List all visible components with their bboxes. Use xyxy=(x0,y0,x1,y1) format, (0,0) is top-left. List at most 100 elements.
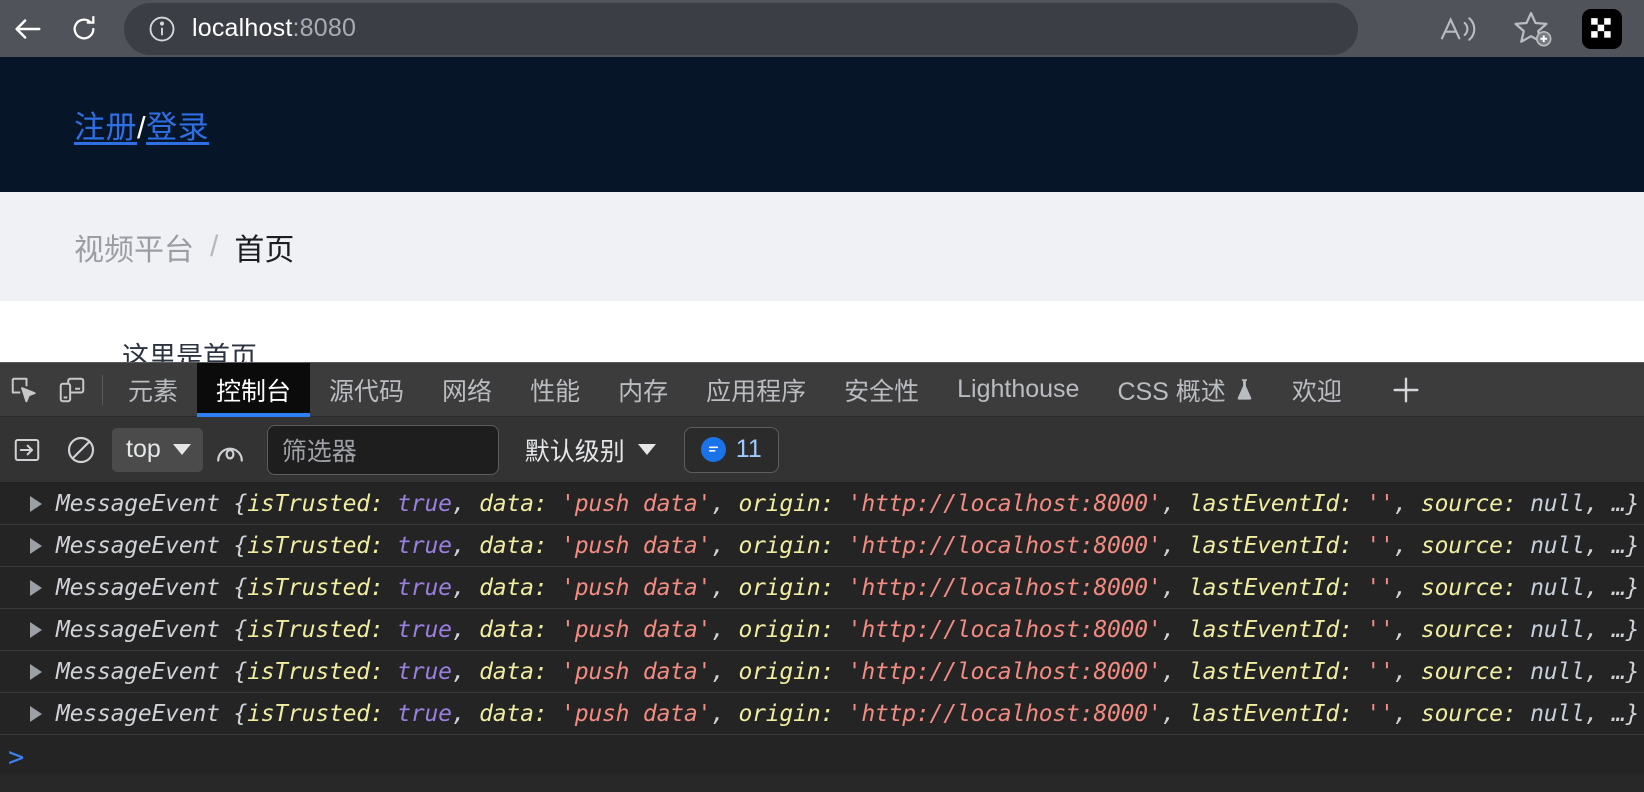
console-log-row[interactable]: MessageEvent {isTrusted: true, data: 'pu… xyxy=(0,483,1644,525)
log-comma: , xyxy=(1161,658,1176,685)
tab-application[interactable]: 应用程序 xyxy=(687,363,825,417)
log-key: data: xyxy=(479,490,548,517)
execution-context-label: top xyxy=(126,435,161,463)
devtools-panel: 元素 控制台 源代码 网络 性能 内存 应用程序 安全性 Lighthouse … xyxy=(0,362,1644,792)
site-info-icon[interactable] xyxy=(142,9,182,49)
web-page-content: 注册/登录 视频平台 / 首页 这里是首页 xyxy=(0,57,1644,362)
issues-count: 11 xyxy=(735,435,762,463)
tabbar-divider xyxy=(102,374,103,405)
console-input-prompt[interactable]: > xyxy=(0,735,1644,773)
console-log-list[interactable]: MessageEvent {isTrusted: true, data: 'pu… xyxy=(0,483,1644,773)
expand-arrow-icon[interactable] xyxy=(30,537,42,554)
log-value: null xyxy=(1530,574,1585,601)
live-expressions-button[interactable] xyxy=(203,417,257,483)
console-log-row[interactable]: MessageEvent {isTrusted: true, data: 'pu… xyxy=(0,609,1644,651)
log-level-selector[interactable]: 默认级别 xyxy=(525,432,656,468)
log-comma: , xyxy=(1584,532,1599,559)
extension-button[interactable] xyxy=(1582,8,1622,49)
sidebar-arrow-icon xyxy=(14,438,40,461)
log-level-label: 默认级别 xyxy=(524,437,625,466)
log-key: data: xyxy=(479,574,548,601)
console-filter-input[interactable]: 筛选器 xyxy=(266,424,499,475)
log-value: true xyxy=(397,616,452,643)
console-log-row[interactable]: MessageEvent {isTrusted: true, data: 'pu… xyxy=(0,651,1644,693)
tab-performance[interactable]: 性能 xyxy=(511,363,599,417)
read-aloud-button[interactable] xyxy=(1420,1,1496,57)
expand-arrow-icon[interactable] xyxy=(30,705,42,722)
log-comma: , xyxy=(451,700,466,727)
clear-console-button[interactable] xyxy=(54,417,108,483)
log-open-brace: { xyxy=(233,490,248,517)
add-favorite-button[interactable] xyxy=(1496,1,1572,57)
execution-context-selector[interactable]: top xyxy=(112,427,203,472)
log-comma: , xyxy=(1393,700,1408,727)
log-value: null xyxy=(1530,616,1585,643)
device-toolbar-button[interactable] xyxy=(48,363,96,417)
inspect-element-button[interactable] xyxy=(0,363,48,417)
address-bar[interactable]: localhost:8080 xyxy=(124,2,1358,55)
content-card: 这里是首页 xyxy=(74,301,1644,362)
tab-application-label: 应用程序 xyxy=(706,377,807,406)
breadcrumb-root[interactable]: 视频平台 xyxy=(74,225,194,269)
console-filter-placeholder: 筛选器 xyxy=(281,437,357,466)
tab-memory[interactable]: 内存 xyxy=(599,363,687,417)
tab-welcome[interactable]: 欢迎 xyxy=(1273,363,1361,417)
log-value: 'push data' xyxy=(561,490,712,517)
log-key: lastEventId: xyxy=(1188,658,1353,685)
log-class-name: MessageEvent xyxy=(56,490,220,517)
chevron-down-icon xyxy=(637,444,656,455)
tab-sources[interactable]: 源代码 xyxy=(310,363,423,417)
breadcrumb-current: 首页 xyxy=(234,233,295,267)
log-key: origin: xyxy=(738,490,835,517)
log-comma: , xyxy=(1393,616,1408,643)
log-open-brace: { xyxy=(233,532,248,559)
log-key: lastEventId: xyxy=(1188,574,1353,601)
tab-css-overview[interactable]: CSS 概述 xyxy=(1098,363,1272,417)
log-comma: , xyxy=(1161,574,1176,601)
log-open-brace: { xyxy=(233,616,248,643)
console-log-row[interactable]: MessageEvent {isTrusted: true, data: 'pu… xyxy=(0,567,1644,609)
back-button[interactable] xyxy=(0,1,56,57)
register-link[interactable]: 注册 xyxy=(74,110,137,145)
console-log-row[interactable]: MessageEvent {isTrusted: true, data: 'pu… xyxy=(0,693,1644,735)
console-log-text: MessageEvent {isTrusted: true, data: 'pu… xyxy=(56,700,1640,727)
expand-arrow-icon[interactable] xyxy=(30,579,42,596)
expand-arrow-icon[interactable] xyxy=(30,663,42,680)
tab-security[interactable]: 安全性 xyxy=(825,363,938,417)
toolbar-right-group xyxy=(1420,1,1644,57)
tab-welcome-label: 欢迎 xyxy=(1291,377,1342,406)
console-log-text: MessageEvent {isTrusted: true, data: 'pu… xyxy=(56,658,1640,685)
log-key: isTrusted: xyxy=(247,658,384,685)
log-value: 'push data' xyxy=(561,532,712,559)
log-comma: , xyxy=(1393,658,1408,685)
log-comma: , xyxy=(1161,490,1176,517)
chevron-down-icon xyxy=(172,444,191,455)
log-comma: , xyxy=(1393,574,1408,601)
show-console-sidebar-button[interactable] xyxy=(0,417,54,483)
prompt-chevron-icon: > xyxy=(8,741,25,773)
issues-badge[interactable]: 11 xyxy=(683,426,779,473)
log-key: isTrusted: xyxy=(247,490,384,517)
plus-icon xyxy=(1393,376,1419,403)
tab-lighthouse[interactable]: Lighthouse xyxy=(938,363,1098,417)
breadcrumb: 视频平台 / 首页 xyxy=(74,225,294,269)
log-value: 'push data' xyxy=(561,658,712,685)
url-host: localhost xyxy=(192,14,293,42)
auth-links: 注册/登录 xyxy=(74,102,209,147)
tab-network[interactable]: 网络 xyxy=(423,363,511,417)
console-log-row[interactable]: MessageEvent {isTrusted: true, data: 'pu… xyxy=(0,525,1644,567)
login-link[interactable]: 登录 xyxy=(146,110,209,145)
log-value: 'http://localhost:8000' xyxy=(847,658,1162,685)
log-key: source: xyxy=(1420,490,1517,517)
tab-lighthouse-label: Lighthouse xyxy=(957,375,1080,403)
tab-console[interactable]: 控制台 xyxy=(197,362,311,417)
add-tab-button[interactable] xyxy=(1371,363,1441,417)
log-value: '' xyxy=(1366,532,1394,559)
tab-elements[interactable]: 元素 xyxy=(109,363,197,417)
expand-arrow-icon[interactable] xyxy=(30,621,42,638)
expand-arrow-icon[interactable] xyxy=(30,495,42,512)
reload-button[interactable] xyxy=(56,1,112,57)
log-value: true xyxy=(397,490,452,517)
log-comma: , xyxy=(1393,532,1408,559)
log-value: '' xyxy=(1366,658,1394,685)
